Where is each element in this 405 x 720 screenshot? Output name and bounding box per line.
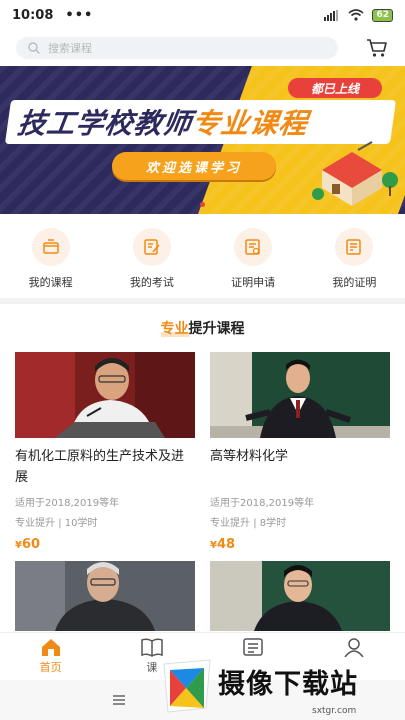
- section-title: 专业提升课程: [0, 318, 405, 338]
- banner-cta-button[interactable]: 欢迎选课学习: [112, 152, 276, 180]
- quick-link-my-courses[interactable]: 我的课程: [0, 214, 101, 298]
- watermark-text: 摄像下载站: [218, 669, 358, 700]
- course-thumbnail[interactable]: [15, 561, 195, 631]
- course-hours: 10学时: [64, 518, 98, 529]
- tab-label: 课: [146, 661, 158, 674]
- course-price: ¥60: [15, 537, 195, 552]
- signal-icon: [324, 9, 339, 21]
- search-icon: [28, 42, 40, 54]
- course-thumbnail[interactable]: [210, 561, 390, 631]
- battery-indicator: 62: [372, 8, 393, 22]
- quick-link-certificate-apply[interactable]: 证明申请: [203, 214, 304, 298]
- cart-icon[interactable]: [366, 38, 388, 58]
- search-placeholder: 搜索课程: [48, 42, 92, 55]
- status-time: 10:08: [12, 7, 54, 23]
- course-icon: [31, 228, 70, 266]
- banner-title-main: 技工学校教师: [15, 107, 195, 140]
- status-bar: 10:08 ••• 62: [0, 0, 405, 30]
- quick-link-label: 我的考试: [129, 276, 174, 289]
- course-price: ¥48: [210, 537, 390, 552]
- course-card[interactable]: 有机化工原料的生产技术及进展 适用于2018,2019等年 专业提升 | 10学…: [15, 352, 195, 552]
- watermark: 摄像下载站 sxtgr.com: [160, 652, 405, 720]
- course-category: 专业提升: [210, 518, 250, 529]
- course-section: 专业提升课程 有机化工原料的生产技术及进展 适用于2018,2019等年 专业提…: [0, 304, 405, 634]
- course-category: 专业提升: [15, 518, 55, 529]
- section-title-rest: 提升课程: [188, 321, 245, 337]
- quick-link-label: 我的课程: [28, 276, 73, 289]
- quick-link-label: 我的证明: [332, 276, 377, 289]
- house-illustration: [312, 141, 398, 206]
- quick-link-my-exams[interactable]: 我的考试: [101, 214, 202, 298]
- banner-title-accent: 专业课程: [189, 107, 311, 140]
- quick-link-my-certificates[interactable]: 我的证明: [304, 214, 405, 298]
- wifi-icon: [348, 9, 364, 21]
- status-icons: 62: [324, 8, 393, 22]
- price-currency: ¥: [210, 540, 217, 551]
- course-hours: 8学时: [259, 518, 287, 529]
- search-input[interactable]: 搜索课程: [16, 37, 338, 59]
- watermark-logo: [163, 659, 211, 713]
- course-applicable-years: 适用于2018,2019等年: [210, 498, 315, 509]
- watermark-url: sxtgr.com: [312, 706, 357, 716]
- price-value: 60: [21, 537, 41, 552]
- home-icon: [41, 639, 60, 656]
- banner-pagination-dot[interactable]: [200, 202, 205, 207]
- price-currency: ¥: [15, 540, 22, 551]
- course-applicable-years: 适用于2018,2019等年: [15, 498, 120, 509]
- course-title[interactable]: 高等材料化学: [210, 446, 390, 467]
- course-meta: 专业提升 | 10学时: [15, 514, 195, 529]
- certificate-icon: [335, 228, 374, 266]
- price-value: 48: [216, 537, 236, 552]
- course-title[interactable]: 有机化工原料的生产技术及进展: [15, 446, 195, 488]
- search-row: 搜索课程: [0, 30, 405, 66]
- status-more-dots: •••: [65, 7, 94, 23]
- course-meta: 专业提升 | 8学时: [210, 514, 390, 529]
- tab-home[interactable]: 首页: [0, 633, 101, 680]
- quick-link-label: 证明申请: [231, 276, 276, 289]
- tab-label: 首页: [39, 661, 62, 674]
- quick-links: 我的课程 我的考试 证明申请 我的证明: [0, 214, 405, 298]
- banner-tag: 都已上线: [288, 78, 382, 98]
- banner-title: 技工学校教师 专业课程: [4, 100, 397, 144]
- certificate-apply-icon: [234, 228, 273, 266]
- menu-icon[interactable]: [112, 694, 126, 706]
- course-thumbnail[interactable]: [210, 352, 390, 438]
- course-thumbnail[interactable]: [15, 352, 195, 438]
- exam-icon: [132, 228, 171, 266]
- promo-banner[interactable]: 都已上线 技工学校教师 专业课程 欢迎选课学习: [0, 66, 405, 214]
- section-title-highlight: 专业: [160, 321, 189, 337]
- course-card[interactable]: 高等材料化学 适用于2018,2019等年 专业提升 | 8学时 ¥48: [210, 352, 390, 552]
